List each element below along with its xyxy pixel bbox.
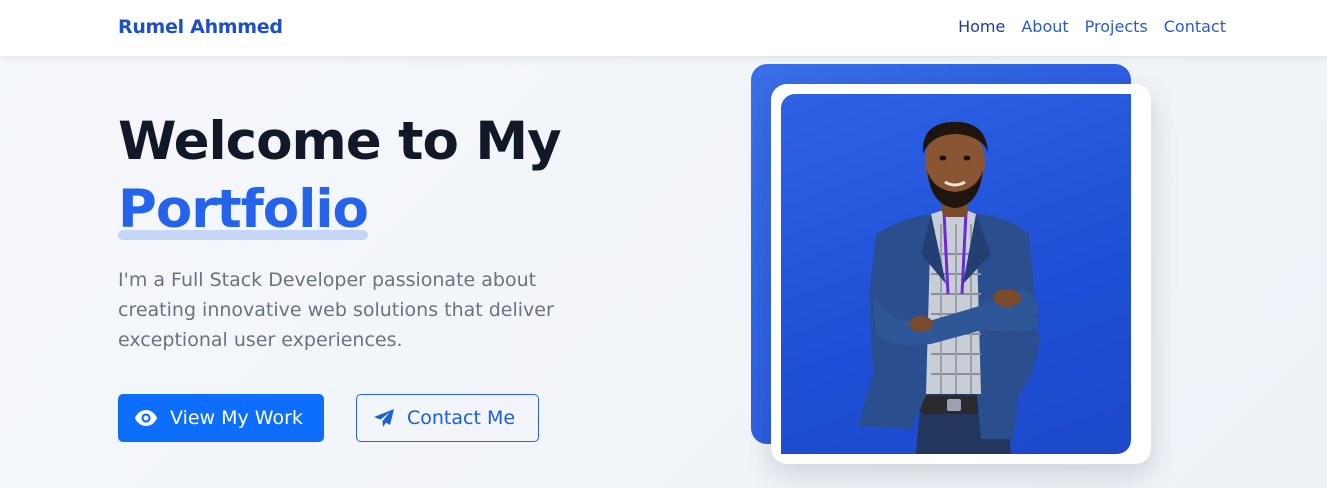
nav-link-about[interactable]: About — [1021, 17, 1068, 36]
hero-title-line: Welcome to My — [118, 111, 562, 172]
hero-title-highlight: Portfolio — [118, 176, 369, 244]
contact-me-button[interactable]: Contact Me — [356, 394, 539, 442]
contact-me-label: Contact Me — [407, 407, 516, 429]
view-my-work-button[interactable]: View My Work — [118, 394, 324, 442]
navbar: Rumel Ahmmed Home About Projects Contact — [0, 0, 1327, 56]
nav-link-home[interactable]: Home — [958, 17, 1005, 36]
paper-plane-icon — [373, 408, 395, 428]
nav-links: Home About Projects Contact — [958, 17, 1226, 36]
profile-photo — [781, 94, 1131, 454]
view-my-work-label: View My Work — [170, 407, 303, 429]
hero-description: I'm a Full Stack Developer passionate ab… — [118, 269, 554, 351]
eye-icon — [134, 409, 158, 427]
nav-link-contact[interactable]: Contact — [1164, 17, 1226, 36]
brand-logo[interactable]: Rumel Ahmmed — [118, 16, 283, 38]
hero-title: Welcome to My Portfolio — [118, 108, 562, 244]
nav-link-projects[interactable]: Projects — [1085, 17, 1148, 36]
person-illustration — [858, 121, 1039, 454]
